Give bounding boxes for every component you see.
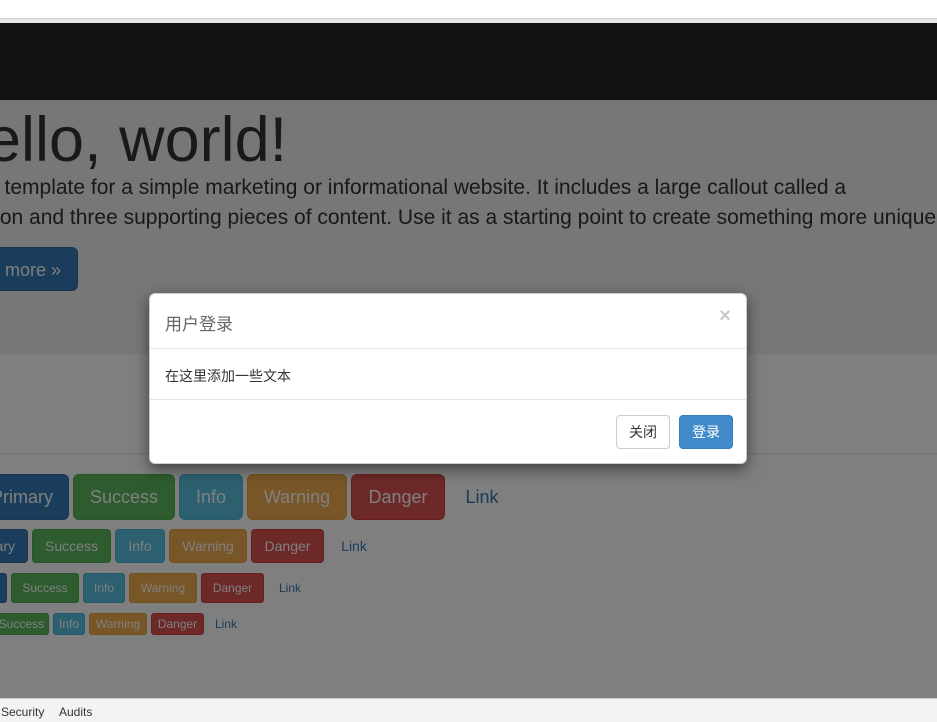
devtools-tab-bar: Security Audits	[0, 698, 937, 722]
modal-footer: 关闭 登录	[150, 400, 746, 465]
login-modal: 用户登录 × 在这里添加一些文本 关闭 登录	[149, 293, 747, 464]
modal-body-text: 在这里添加一些文本	[165, 368, 291, 384]
devtools-tab-audits[interactable]: Audits	[59, 705, 92, 719]
modal-body: 在这里添加一些文本	[150, 349, 746, 400]
modal-title: 用户登录	[165, 315, 233, 335]
login-button[interactable]: 登录	[679, 415, 733, 449]
browser-top-bar	[0, 0, 937, 19]
close-icon[interactable]: ×	[718, 306, 732, 326]
modal-header: 用户登录 ×	[150, 294, 746, 349]
devtools-tab-security[interactable]: Security	[1, 705, 44, 719]
close-button[interactable]: 关闭	[616, 415, 670, 449]
